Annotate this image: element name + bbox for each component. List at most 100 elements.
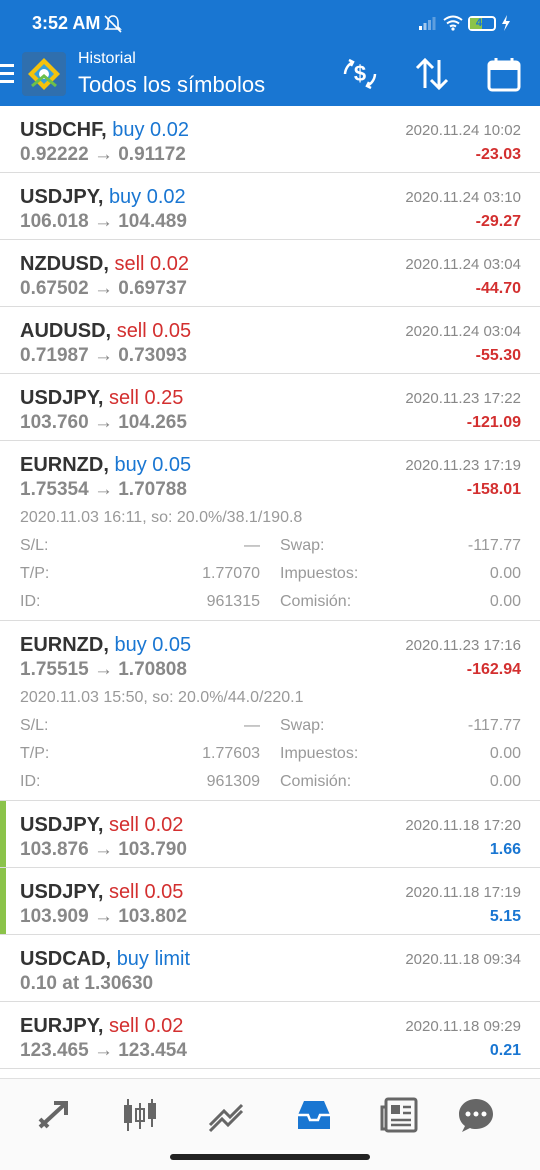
wifi-icon (443, 15, 463, 31)
trade-row[interactable]: USDJPY, sell 0.25 103.760 → 104.265 2020… (0, 374, 540, 441)
trade-symbol: EURNZD, (20, 634, 109, 656)
commission-value: 0.00 (489, 773, 521, 790)
trade-symbol: USDCHF, (20, 119, 107, 141)
trade-profit: -162.94 (466, 661, 521, 678)
trade-volume: sell 0.02 (108, 1015, 184, 1037)
trade-prices: 1.75515 → 1.70808 (20, 659, 187, 680)
trade-volume: buy 0.02 (108, 186, 186, 208)
trade-profit: -23.03 (475, 146, 521, 163)
history-icon[interactable] (294, 1095, 334, 1135)
trade-row[interactable]: USDCHF, buy 0.02 0.92222 → 0.91172 2020.… (0, 106, 540, 173)
news-icon[interactable] (380, 1095, 420, 1135)
trade-prices: 103.876 → 103.790 (20, 839, 187, 860)
trade-prices: 0.67502 → 0.69737 (20, 278, 187, 299)
trade-profit: 0.21 (489, 1042, 521, 1059)
trade-icon[interactable] (206, 1095, 246, 1135)
battery-level: 49 (475, 17, 489, 29)
swap-label: Swap: (280, 537, 325, 554)
trade-date: 2020.11.23 17:16 (405, 637, 521, 654)
trade-symbol: USDJPY, (20, 881, 104, 903)
trade-prices: 103.909 → 103.802 (20, 906, 187, 927)
trade-profit: -121.09 (466, 414, 521, 431)
trade-row[interactable]: USDCAD, buy limit 0.10 at 1.30630 2020.1… (0, 935, 540, 1002)
sl-value: — (244, 537, 260, 554)
trade-prices: 106.018 → 104.489 (20, 211, 187, 232)
trade-row[interactable]: USDJPY, buy 0.02 106.018 → 104.489 2020.… (0, 173, 540, 240)
metatrader-logo (22, 52, 66, 96)
trade-row[interactable]: USDJPY, sell 0.02 103.876 → 103.790 2020… (0, 801, 540, 868)
tax-value: 0.00 (489, 565, 521, 582)
trade-row[interactable]: USDJPY, sell 0.05 103.909 → 103.802 2020… (0, 868, 540, 935)
trade-prices: 0.92222 → 0.91172 (20, 144, 186, 165)
sort-icon[interactable] (413, 56, 451, 92)
page-title: Todos los símbolos (78, 72, 266, 97)
trade-row[interactable]: EURJPY, sell 0.02 123.465 → 123.454 2020… (0, 1002, 540, 1069)
trade-row-expanded[interactable]: EURNZD, buy 0.05 1.75354 → 1.70788 2020.… (0, 441, 540, 621)
swap-label: Swap: (280, 717, 325, 734)
trade-date: 2020.11.18 09:34 (405, 951, 521, 968)
id-value: 961315 (206, 593, 260, 610)
tp-label: T/P: (20, 565, 50, 582)
trade-prices: 123.465 → 123.454 (20, 1040, 187, 1061)
header-subtitle: Historial (78, 50, 136, 67)
trade-row-expanded[interactable]: EURNZD, buy 0.05 1.75515 → 1.70808 2020.… (0, 621, 540, 801)
trade-volume: buy limit (116, 948, 191, 970)
trade-volume: buy 0.05 (114, 454, 192, 476)
trade-prices: 1.75354 → 1.70788 (20, 479, 187, 500)
open-indicator-bar (0, 868, 6, 934)
trade-profit: 5.15 (489, 908, 521, 925)
trade-symbol: EURNZD, (20, 454, 109, 476)
trade-volume: sell 0.02 (108, 814, 184, 836)
trade-date: 2020.11.24 10:02 (405, 122, 521, 139)
trade-prices: 0.10 at 1.30630 (20, 973, 154, 994)
commission-value: 0.00 (489, 593, 521, 610)
sl-label: S/L: (20, 537, 49, 554)
trade-prices: 0.71987 → 0.73093 (20, 345, 187, 366)
trade-prices: 103.760 → 104.265 (20, 412, 187, 433)
tax-label: Impuestos: (280, 565, 359, 582)
chart-icon[interactable] (120, 1095, 160, 1135)
battery-icon: 49 (468, 16, 496, 31)
tp-value: 1.77070 (202, 565, 260, 582)
quotes-icon[interactable] (34, 1095, 74, 1135)
trade-symbol: USDJPY, (20, 186, 104, 208)
trade-profit: -29.27 (475, 213, 521, 230)
commission-label: Comisión: (280, 773, 352, 790)
trade-volume: buy 0.05 (114, 634, 192, 656)
tp-label: T/P: (20, 745, 50, 762)
sl-value: — (244, 717, 260, 734)
commission-label: Comisión: (280, 593, 352, 610)
id-label: ID: (20, 773, 41, 790)
trade-profit: -158.01 (466, 481, 521, 498)
calendar-icon[interactable] (485, 56, 523, 92)
trade-volume: sell 0.25 (108, 387, 184, 409)
id-label: ID: (20, 593, 41, 610)
tax-label: Impuestos: (280, 745, 359, 762)
trade-date: 2020.11.23 17:19 (405, 457, 521, 474)
open-indicator-bar (0, 801, 6, 867)
trade-date: 2020.11.24 03:10 (405, 189, 521, 206)
charging-icon (502, 15, 510, 31)
sl-label: S/L: (20, 717, 49, 734)
trade-row[interactable]: NZDUSD, sell 0.02 0.67502 → 0.69737 2020… (0, 240, 540, 307)
trade-symbol: EURJPY, (20, 1015, 104, 1037)
trade-row[interactable]: AUDUSD, sell 0.05 0.71987 → 0.73093 2020… (0, 307, 540, 374)
trade-volume: sell 0.05 (116, 320, 192, 342)
trade-symbol: NZDUSD, (20, 253, 109, 275)
chat-icon[interactable] (456, 1095, 496, 1135)
trade-open-info: 2020.11.03 15:50, so: 20.0%/44.0/220.1 (20, 689, 304, 706)
status-bar: 3:52 AM 49 (0, 0, 540, 48)
trade-profit: -44.70 (475, 280, 521, 297)
trade-date: 2020.11.18 17:20 (405, 817, 521, 834)
id-value: 961309 (206, 773, 260, 790)
home-indicator (170, 1154, 370, 1160)
trade-symbol: USDJPY, (20, 814, 104, 836)
currency-exchange-icon[interactable]: $ (341, 56, 379, 92)
trade-date: 2020.11.24 03:04 (405, 323, 521, 340)
menu-icon[interactable] (0, 64, 14, 86)
signal-icon (419, 17, 436, 30)
trade-symbol: USDCAD, (20, 948, 112, 970)
trade-volume: sell 0.05 (108, 881, 184, 903)
trade-profit: -55.30 (475, 347, 521, 364)
trade-date: 2020.11.24 03:04 (405, 256, 521, 273)
